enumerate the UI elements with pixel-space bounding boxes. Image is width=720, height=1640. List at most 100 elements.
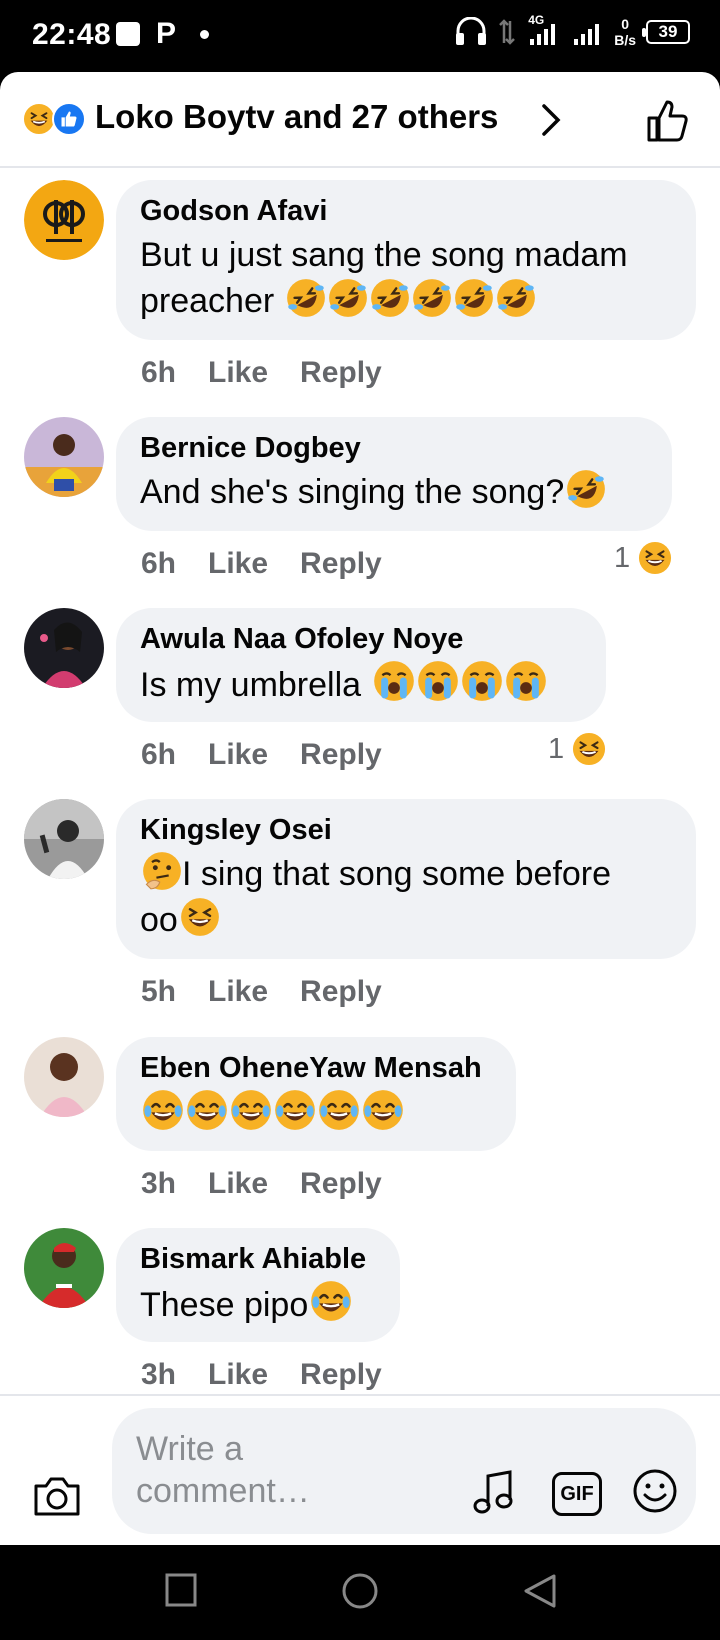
network-speed: 0 B/s: [614, 16, 636, 48]
comment-actions: 3h Like Reply: [141, 1358, 382, 1392]
status-right-group: 4G 0 B/s 39: [454, 13, 690, 48]
comment-bubble[interactable]: Eben OheneYaw Mensah: [116, 1037, 516, 1151]
reaction-icons: [22, 102, 86, 138]
reply-button[interactable]: Reply: [300, 975, 382, 1009]
comment-time: 6h: [141, 738, 177, 771]
comment-actions: 5h Like Reply: [141, 975, 382, 1009]
gif-label: GIF: [560, 1482, 594, 1505]
comment-time: 6h: [141, 547, 177, 580]
comment-author[interactable]: Awula Naa Ofoley Noye: [140, 622, 582, 656]
recent-apps-icon[interactable]: [164, 1572, 198, 1608]
comment-actions: 6h Like Reply: [141, 547, 382, 581]
avatar[interactable]: [24, 180, 104, 260]
reactions-summary[interactable]: Loko Boytv and 27 others: [95, 98, 498, 136]
reply-button[interactable]: Reply: [300, 738, 382, 772]
battery-icon: 39: [642, 20, 690, 44]
comment-text-line1: I sing that song some before: [182, 855, 612, 893]
laugh-reaction-icon: [22, 102, 56, 136]
gif-icon[interactable]: GIF: [552, 1472, 602, 1516]
system-nav-bar: [0, 1545, 720, 1640]
tears-of-joy-emoji-icon: [308, 1280, 353, 1324]
comment-text: Is my umbrella: [140, 660, 582, 708]
battery-level: 39: [658, 22, 678, 41]
comment-text: I sing that song some before oo: [140, 851, 672, 943]
thinking-emoji-icon: [140, 851, 182, 893]
comment-bubble[interactable]: Bismark Ahiable These pipo: [116, 1228, 400, 1342]
comment-bubble[interactable]: Awula Naa Ofoley Noye Is my umbrella: [116, 608, 606, 722]
back-icon[interactable]: [522, 1572, 558, 1610]
comment-text: And she's singing the song?: [140, 469, 648, 515]
comment-text: [140, 1089, 492, 1137]
p-app-icon: P: [156, 17, 177, 50]
like-button[interactable]: Like: [208, 738, 268, 772]
comment-time: 5h: [141, 975, 177, 1008]
comment-reaction-count[interactable]: 1: [614, 541, 673, 575]
reply-button[interactable]: Reply: [300, 1358, 382, 1392]
status-time: 22:48: [32, 18, 112, 51]
home-icon[interactable]: [340, 1572, 380, 1612]
comment-text: But u just sang the song madam preacher: [140, 232, 672, 324]
network-speed-value: 0: [621, 16, 629, 32]
comment-text-content: Is my umbrella: [140, 666, 371, 704]
comment-time: 3h: [141, 1358, 177, 1391]
comments-sheet: Loko Boytv and 27 others Godson Afavi Bu…: [0, 72, 720, 1545]
comments-list[interactable]: Godson Afavi But u just sang the song ma…: [0, 170, 720, 1465]
signal-bars-icon: [574, 24, 600, 45]
comment-reaction-count[interactable]: 1: [548, 732, 607, 766]
comment-author[interactable]: Kingsley Osei: [140, 813, 672, 847]
avatar[interactable]: [24, 417, 104, 497]
network-speed-unit: B/s: [614, 32, 636, 48]
reaction-count-value: 1: [614, 541, 631, 574]
reply-button[interactable]: Reply: [300, 356, 382, 390]
music-note-icon[interactable]: [472, 1468, 516, 1516]
comment-text: These pipo: [140, 1280, 376, 1328]
emoji-picker-icon[interactable]: [632, 1468, 678, 1514]
reply-button[interactable]: Reply: [300, 1167, 382, 1201]
like-button[interactable]: Like: [208, 1167, 268, 1201]
laugh-reaction-icon: [638, 541, 673, 575]
avatar[interactable]: [24, 1228, 104, 1308]
squint-laugh-emoji-icon: [178, 897, 220, 939]
comment-actions: 6h Like Reply: [141, 738, 382, 772]
comment-bubble[interactable]: Bernice Dogbey And she's singing the son…: [116, 417, 672, 531]
rofl-emoji-icon: [284, 278, 536, 320]
like-button[interactable]: Like: [208, 975, 268, 1009]
rofl-emoji-icon: [564, 469, 607, 511]
comment-input[interactable]: Write a comment… GIF: [112, 1408, 696, 1534]
more-notifications-dot-icon: [200, 29, 210, 39]
comment-text-line2: oo: [140, 901, 178, 939]
notification-square-icon: [116, 22, 140, 46]
like-button[interactable]: Like: [208, 547, 268, 581]
like-button[interactable]: Like: [208, 356, 268, 390]
signal-4g-icon: 4G: [526, 13, 562, 47]
reaction-count-value: 1: [548, 732, 565, 765]
crying-emoji-icon: [371, 660, 547, 704]
data-transfer-icon: [499, 19, 516, 45]
reactions-header[interactable]: Loko Boytv and 27 others: [0, 72, 720, 168]
like-button[interactable]: Like: [208, 1358, 268, 1392]
comment-input-placeholder[interactable]: Write a comment…: [136, 1428, 386, 1512]
avatar[interactable]: [24, 799, 104, 879]
comment-author[interactable]: Eben OheneYaw Mensah: [140, 1051, 492, 1085]
comment-text-content: These pipo: [140, 1286, 309, 1324]
comment-time: 3h: [141, 1167, 177, 1200]
comment-bubble[interactable]: Godson Afavi But u just sang the song ma…: [116, 180, 696, 340]
avatar[interactable]: [24, 1037, 104, 1117]
comment-author[interactable]: Bismark Ahiable: [140, 1242, 376, 1276]
tears-of-joy-emoji-icon: [140, 1089, 404, 1133]
headset-icon: [456, 17, 487, 45]
avatar[interactable]: [24, 608, 104, 688]
like-reaction-icon: [52, 102, 86, 136]
like-button-icon[interactable]: [645, 98, 691, 144]
comment-author[interactable]: Godson Afavi: [140, 194, 672, 228]
reply-button[interactable]: Reply: [300, 547, 382, 581]
comment-bubble[interactable]: Kingsley Osei I sing that song some befo…: [116, 799, 696, 959]
camera-icon[interactable]: [32, 1474, 82, 1518]
laugh-reaction-icon: [572, 732, 607, 766]
notification-icons: P: [116, 17, 210, 50]
comment-text-content: And she's singing the song?: [140, 473, 565, 511]
comment-actions: 3h Like Reply: [141, 1167, 382, 1201]
comment-actions: 6h Like Reply: [141, 356, 382, 390]
comment-author[interactable]: Bernice Dogbey: [140, 431, 648, 465]
chevron-right-icon[interactable]: [536, 102, 566, 138]
